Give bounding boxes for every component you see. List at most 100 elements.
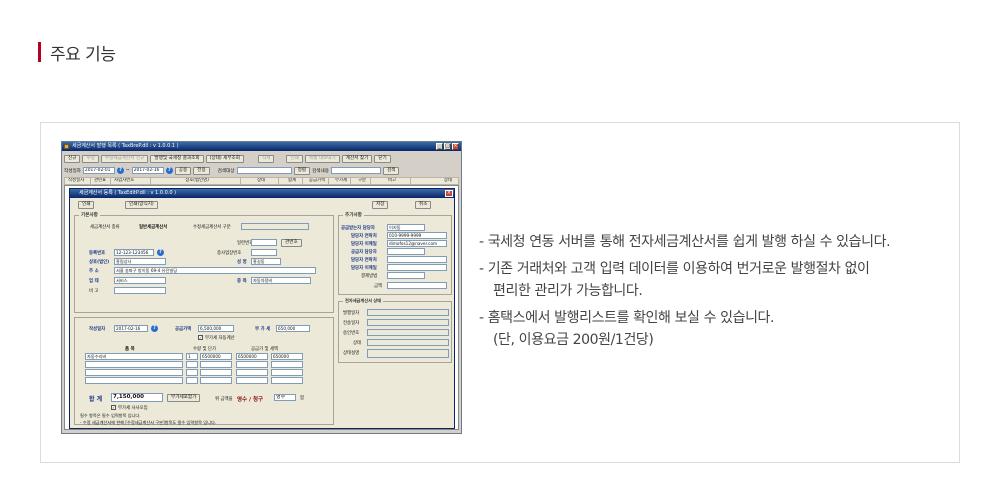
amount-group: 작성일자 2017-02-16 ? 공급가액 6,500,000 부 가 세 6…	[74, 317, 334, 425]
item-vat-field[interactable]	[271, 361, 303, 368]
note-field[interactable]	[114, 287, 166, 294]
feature-panel: 세금계산서 발행 목록 ( TaxBreP.dll : v 1.0.0.1 ) …	[40, 122, 960, 463]
basic-info-group: 기본사항 세금계산서 종류 일반세금계산서 수정세금계산서 구분 일련번호 관번…	[74, 212, 334, 313]
status-row-label: 상태설명	[343, 351, 360, 356]
item-supply-field[interactable]: 6500000	[236, 353, 268, 360]
company-field[interactable]: 흥림상사	[114, 258, 166, 265]
item-vat-field[interactable]	[271, 369, 303, 376]
item-qty-field[interactable]	[186, 377, 198, 384]
item-vat-field[interactable]	[271, 377, 303, 384]
print-form-button[interactable]: 인쇄(양식지)	[125, 201, 158, 209]
column-header: 공급가액	[303, 178, 329, 184]
date-from-field[interactable]: 2017-02-01	[82, 167, 115, 174]
issue-query-button[interactable]: 발행및 국세청 결과조회	[150, 154, 204, 163]
column-header: 작성일자	[65, 178, 91, 184]
maximize-icon[interactable]: □	[444, 143, 451, 150]
vat-auto-checkbox[interactable]: ✓	[198, 335, 203, 340]
item-name-field[interactable]	[85, 361, 183, 368]
vat-rounding-checkbox[interactable]: ✓	[111, 405, 116, 410]
required-note: 필수 항목은 필수 입력항목 입니다.	[80, 413, 141, 418]
status-detail-button[interactable]: (상태) 세부조회	[205, 154, 244, 163]
qty-column-header: 수량 및 단가	[193, 347, 216, 352]
column-header: 부가세	[329, 178, 351, 184]
extra-info-group: 추가사항 공급받는자 담당자 이지동 담당자 연락처 010-9999-9999…	[338, 212, 452, 295]
item-qty-field[interactable]	[186, 369, 198, 376]
minimize-icon[interactable]: _	[436, 143, 443, 150]
app-titlebar: 세금계산서 발행 목록 ( TaxBreP.dll : v 1.0.0.1 ) …	[62, 142, 461, 151]
find-invoice-button[interactable]: 계산서 찾기	[341, 154, 373, 163]
app-close-button[interactable]: 닫기	[374, 154, 391, 163]
item-name-field[interactable]: 자동수리비	[85, 353, 183, 360]
close-icon[interactable]: ×	[452, 143, 459, 150]
query-button[interactable]: 공용	[174, 166, 192, 175]
cancel-button[interactable]: 취소	[415, 201, 432, 209]
item-supply-field[interactable]	[236, 369, 268, 376]
modify-invoice-new-button[interactable]: 수정세금계산서 신규	[100, 154, 149, 163]
contact-tel-label: 담당자 연락처	[351, 234, 377, 239]
amount-field[interactable]	[387, 282, 447, 289]
item-price-field[interactable]	[200, 377, 232, 384]
supply-amount-field[interactable]: 6,500,000	[198, 325, 234, 332]
contact-select[interactable]: 이지동	[387, 224, 425, 231]
contact-tel-field[interactable]: 010-9999-9999	[387, 232, 447, 239]
status-row-label: 상태	[353, 341, 362, 346]
item-qty-field[interactable]: 1	[186, 353, 198, 360]
print-button[interactable]: 인쇄	[286, 154, 303, 163]
calendar-icon[interactable]: ?	[165, 167, 173, 174]
vat-field[interactable]: 650,000	[276, 325, 310, 332]
reg-no-label: 등록번호	[89, 251, 106, 256]
reg-no-field[interactable]: 12-123-123456	[114, 249, 154, 256]
calendar-icon[interactable]: ?	[116, 167, 124, 174]
item-price-field[interactable]: 6500000	[200, 353, 232, 360]
related-no-button[interactable]: 관번호	[281, 239, 302, 247]
business-item-field[interactable]: 자동차정비	[251, 277, 311, 284]
calendar-icon[interactable]: ?	[151, 325, 158, 332]
item-price-field[interactable]	[200, 361, 232, 368]
item-vat-field[interactable]: 650000	[271, 353, 303, 360]
search-button[interactable]: 검색	[382, 166, 400, 175]
address-field[interactable]: 서울 송파구 방이동 69-4 유진빌딩	[114, 267, 316, 274]
supplier-tel-field[interactable]	[387, 256, 447, 263]
item-name-field[interactable]	[85, 369, 183, 376]
delete-button[interactable]: 삭제	[258, 154, 275, 163]
heading-accent-bar	[38, 42, 41, 62]
total-label: 합 계	[89, 396, 103, 403]
print-button[interactable]: 인쇄	[78, 201, 95, 209]
business-type-field[interactable]: 서비스	[114, 277, 166, 284]
contact-email-field[interactable]: dimofos12@naver.com	[387, 240, 447, 247]
write-date-field[interactable]: 2017-02-16	[114, 325, 148, 332]
close-icon[interactable]: ×	[445, 190, 453, 197]
excel-export-button[interactable]: 엑셀 내보내기	[304, 154, 340, 163]
branch-no-field[interactable]	[251, 249, 277, 256]
receipt-select[interactable]: 영수	[274, 394, 296, 401]
contact-label: 공급받는자 담당자	[341, 226, 375, 231]
search-target-select[interactable]	[236, 167, 292, 174]
ceo-field[interactable]: 홍길동	[251, 258, 281, 265]
item-qty-field[interactable]	[186, 361, 198, 368]
sort-button[interactable]: 정렬	[293, 166, 311, 175]
help-icon[interactable]: ?	[157, 249, 164, 256]
save-button[interactable]: 저장	[372, 201, 389, 209]
modify-type-select[interactable]	[241, 223, 309, 230]
receipt-suffix: 함	[300, 396, 305, 401]
supplier-email-field[interactable]	[387, 264, 447, 271]
item-supply-field[interactable]	[236, 361, 268, 368]
note-label: 비 고	[89, 289, 99, 294]
column-header: 상호(법인명)	[151, 178, 241, 184]
payment-method-select[interactable]	[387, 272, 425, 279]
edit-button[interactable]: 수정	[82, 154, 99, 163]
date-to-field[interactable]: 2017-02-16	[131, 167, 164, 174]
item-supply-field[interactable]	[236, 377, 268, 384]
ceo-label: 성 명	[237, 260, 247, 265]
group-title: 기본사항	[79, 212, 100, 218]
all-button[interactable]: 전용	[193, 166, 210, 175]
serial-no-field[interactable]	[251, 239, 277, 246]
search-keyword-input[interactable]	[330, 167, 381, 174]
item-price-field[interactable]	[200, 369, 232, 376]
receipt-label: 영수 / 청구	[237, 397, 264, 403]
vat-included-button[interactable]: 부가세포함가	[167, 394, 201, 402]
new-button[interactable]: 신규	[64, 154, 81, 163]
item-name-field[interactable]	[85, 377, 183, 384]
supplier-contact-select[interactable]	[387, 248, 425, 255]
column-header: 비고	[371, 178, 411, 184]
